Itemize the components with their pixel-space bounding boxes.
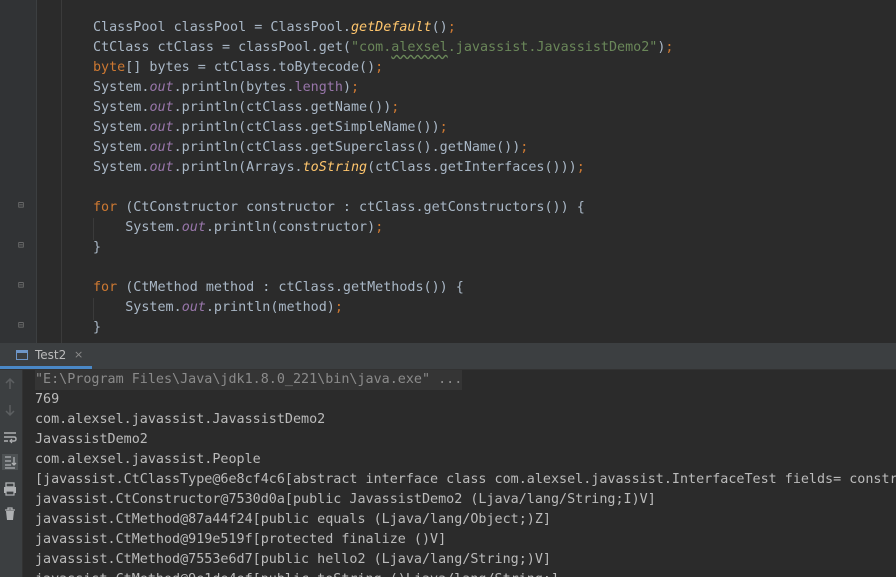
code-token: (CtMethod method : ctClass.getMethods())… bbox=[125, 280, 464, 295]
code-token: .println(bytes. bbox=[173, 80, 295, 95]
code-token: out bbox=[149, 80, 174, 95]
scroll-to-end-icon[interactable] bbox=[2, 454, 18, 470]
code-token: length bbox=[294, 80, 343, 95]
code-token: out bbox=[149, 100, 174, 115]
code-token: System. bbox=[93, 220, 182, 235]
code-token: alexsel bbox=[391, 40, 448, 55]
code-token: ; bbox=[375, 220, 384, 235]
console-toolbar bbox=[0, 370, 23, 577]
fold-marker-icon[interactable]: ⊟ bbox=[18, 201, 26, 211]
trash-icon[interactable] bbox=[2, 506, 18, 522]
code-editor[interactable]: ⊟ ⊟ ⊟ ⊟ ClassPool classPool = ClassPool.… bbox=[0, 0, 896, 343]
code-token: .println(ctClass.getName()) bbox=[173, 100, 392, 115]
code-line[interactable]: System.out.println(Arrays.toString(ctCla… bbox=[93, 158, 585, 178]
code-token: } bbox=[93, 240, 102, 255]
code-token: ) bbox=[342, 80, 351, 95]
code-token: ; bbox=[665, 40, 674, 55]
code-line[interactable]: } bbox=[93, 238, 101, 258]
code-line[interactable]: for (CtMethod method : ctClass.getMethod… bbox=[93, 278, 464, 298]
code-token: "com. bbox=[350, 40, 392, 55]
code-token: ; bbox=[520, 140, 529, 155]
console-output-line: javassist.CtMethod@7553e6d7[public hello… bbox=[35, 552, 551, 567]
code-token: ; bbox=[439, 120, 448, 135]
code-token: out bbox=[149, 140, 174, 155]
console-output-line: com.alexsel.javassist.JavassistDemo2 bbox=[35, 412, 326, 427]
code-token: System. bbox=[93, 120, 150, 135]
console-output-line: javassist.CtConstructor@7530d0a[public J… bbox=[35, 492, 656, 507]
fold-marker-icon[interactable]: ⊟ bbox=[18, 321, 26, 331]
console-output-line: JavassistDemo2 bbox=[35, 432, 148, 447]
code-token: ; bbox=[375, 60, 384, 75]
console-output-line: javassist.CtMethod@9e1de4ef[public toStr… bbox=[35, 570, 559, 577]
code-line[interactable]: ClassPool classPool = ClassPool.getDefau… bbox=[93, 18, 456, 38]
code-token: System. bbox=[93, 80, 150, 95]
code-line[interactable]: for (CtConstructor constructor : ctClass… bbox=[93, 198, 585, 218]
code-token: (ctClass.getInterfaces())) bbox=[367, 160, 577, 175]
code-token: } bbox=[93, 320, 102, 335]
console-output-line: javassist.CtMethod@919e519f[protected fi… bbox=[35, 532, 447, 547]
code-token: out bbox=[149, 120, 174, 135]
code-token: ; bbox=[576, 160, 585, 175]
code-token: for bbox=[93, 280, 126, 295]
code-token: System. bbox=[93, 160, 150, 175]
code-line[interactable]: System.out.println(ctClass.getName()); bbox=[93, 98, 399, 118]
code-token: byte bbox=[93, 60, 126, 75]
arrow-up-icon[interactable] bbox=[2, 376, 18, 392]
tab-label: Test2 bbox=[35, 348, 67, 362]
tab-test2[interactable]: Test2 × bbox=[0, 343, 92, 369]
run-tab-icon bbox=[16, 350, 28, 360]
console-output-line: com.alexsel.javassist.People bbox=[35, 452, 261, 467]
code-line[interactable]: System.out.println(ctClass.getSimpleName… bbox=[93, 118, 448, 138]
code-token: ; bbox=[447, 20, 456, 35]
code-token: ClassPool classPool = ClassPool. bbox=[93, 20, 351, 35]
code-token: out bbox=[181, 220, 206, 235]
run-tool-window-tabbar: Test2 × bbox=[0, 343, 896, 370]
console-output-line: javassist.CtMethod@87a44f24[public equal… bbox=[35, 512, 551, 527]
code-token: toString bbox=[302, 160, 368, 175]
console-output-line: 769 bbox=[35, 392, 60, 407]
code-line[interactable]: } bbox=[93, 318, 101, 338]
editor-gutter[interactable] bbox=[0, 0, 37, 343]
fold-marker-icon[interactable]: ⊟ bbox=[18, 281, 26, 291]
indent-guide bbox=[61, 0, 62, 343]
code-line[interactable]: System.out.println(bytes.length); bbox=[93, 78, 359, 98]
code-token: out bbox=[181, 300, 206, 315]
code-token: System. bbox=[93, 140, 150, 155]
soft-wrap-icon[interactable] bbox=[2, 429, 18, 445]
code-token: System. bbox=[93, 100, 150, 115]
code-token: ; bbox=[351, 80, 360, 95]
code-token: ; bbox=[334, 300, 343, 315]
code-token: () bbox=[431, 20, 448, 35]
code-line[interactable]: CtClass ctClass = classPool.get("com.ale… bbox=[93, 38, 673, 58]
code-token: .println(method) bbox=[205, 300, 335, 315]
console-command-line: "E:\Program Files\Java\jdk1.8.0_221\bin\… bbox=[35, 370, 463, 390]
code-token: [] bytes = ctClass.toBytecode() bbox=[125, 60, 376, 75]
code-line[interactable]: System.out.println(constructor); bbox=[93, 218, 383, 238]
code-token: .println(ctClass.getSuperclass().getName… bbox=[173, 140, 521, 155]
code-token: getDefault bbox=[350, 20, 432, 35]
tab-close-icon[interactable]: × bbox=[74, 348, 83, 361]
code-token: .println(ctClass.getSimpleName()) bbox=[173, 120, 440, 135]
code-line[interactable]: byte[] bytes = ctClass.toBytecode(); bbox=[93, 58, 383, 78]
code-token: .javassist.JavassistDemo2" bbox=[447, 40, 658, 55]
code-token: System. bbox=[93, 300, 182, 315]
run-console[interactable]: "E:\Program Files\Java\jdk1.8.0_221\bin\… bbox=[0, 370, 896, 577]
fold-marker-icon[interactable]: ⊟ bbox=[18, 241, 26, 251]
console-output-line: [javassist.CtClassType@6e8cf4c6[abstract… bbox=[35, 472, 896, 487]
arrow-down-icon[interactable] bbox=[2, 402, 18, 418]
code-token: for bbox=[93, 200, 126, 215]
code-token: (CtConstructor constructor : ctClass.get… bbox=[125, 200, 585, 215]
code-token: ; bbox=[391, 100, 400, 115]
code-token: out bbox=[149, 160, 174, 175]
print-icon[interactable] bbox=[2, 481, 18, 497]
code-line[interactable]: System.out.println(method); bbox=[93, 298, 343, 318]
code-line[interactable]: System.out.println(ctClass.getSuperclass… bbox=[93, 138, 528, 158]
code-token: CtClass ctClass = classPool.get( bbox=[93, 40, 351, 55]
code-token: .println(Arrays. bbox=[173, 160, 303, 175]
code-token: .println(constructor) bbox=[205, 220, 376, 235]
